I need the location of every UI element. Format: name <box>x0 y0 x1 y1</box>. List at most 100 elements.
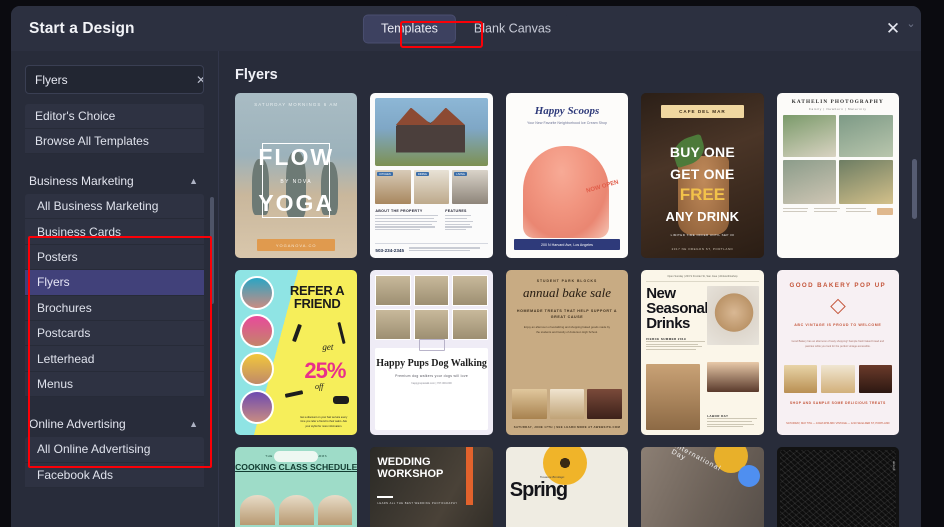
modal-header: Start a Design Templates Blank Canvas ✕ … <box>11 6 921 51</box>
sidebar-group-online-advertising: Online Advertising ▲ All Online Advertis… <box>11 411 218 488</box>
template-card-happy-pups[interactable]: Happy Pups Dog Walking Premium dog walke… <box>370 270 493 435</box>
gallery-scrollbar-thumb[interactable] <box>912 159 917 219</box>
template-text: GET ONE <box>670 165 735 182</box>
template-text: Happy Pups Dog Walking <box>376 357 487 369</box>
sidebar-item-all-business-marketing[interactable]: All Business Marketing <box>25 194 204 220</box>
template-text: FLOW <box>258 144 335 171</box>
template-text: annual bake sale <box>522 285 612 300</box>
template-text: REFER A FRIEND <box>289 283 345 312</box>
template-text: LIMITED TIME OFFER UNTIL SEP 30 <box>670 233 735 238</box>
tab-templates[interactable]: Templates <box>362 14 456 43</box>
template-text: YOGANOVA.CO <box>257 239 336 251</box>
template-card-dark-texture[interactable]: abcdefgh <box>776 447 899 527</box>
template-card-cooking-class-schedule[interactable]: THE KITCHEN AT BALSAM FARMS COOKING CLAS… <box>235 447 358 527</box>
sidebar-item-editors-choice[interactable]: Editor's Choice <box>25 104 204 129</box>
sidebar-item-posters[interactable]: Posters <box>25 244 204 271</box>
template-text: LEARN ALL THE BEST WEDDING PHOTOGRAPHY <box>377 502 458 505</box>
template-card-new-seasonal-drinks[interactable]: Open Sunday | 203 S Frontier St, San Jos… <box>641 270 764 435</box>
sidebar-item-business-cards[interactable]: Business Cards <box>25 219 204 245</box>
template-text: SATURDAY MORNINGS 6 AM <box>254 102 339 107</box>
template-text: YOGA <box>258 190 335 217</box>
template-text: ABOUT THE PROPERTY <box>375 209 423 214</box>
template-text: Premium dog walkers your dogs will love <box>395 374 469 378</box>
template-text: SATURDAY, MAY 5TH — 10AM-3PM ABC VINTAGE… <box>786 422 890 426</box>
template-text: Happy Scoops <box>534 105 600 117</box>
template-text: ABC VINTAGE IS PROUD TO WELCOME <box>794 323 882 327</box>
sidebar-scrollbar-thumb[interactable] <box>210 197 214 304</box>
clear-search-icon[interactable]: ✕ <box>196 66 203 93</box>
template-text: BUY ONE <box>669 144 735 161</box>
page-title: Start a Design <box>29 19 135 37</box>
sidebar-group-business-marketing: Business Marketing ▲ All Business Market… <box>11 168 218 398</box>
sidebar-item-brochures[interactable]: Brochures <box>25 295 204 321</box>
chevron-down-icon[interactable]: ⌄ <box>903 15 919 31</box>
sidebar-item-flyers[interactable]: Flyers <box>25 270 204 296</box>
gallery-heading: Flyers <box>235 67 278 83</box>
template-text: COOKING CLASS SCHEDULE <box>235 462 358 472</box>
template-card-happy-scoops[interactable]: Happy Scoops Your New Favorite Neighborh… <box>505 93 629 258</box>
close-icon[interactable]: ✕ <box>881 17 905 41</box>
template-text: New Seasonal Drinks <box>646 285 709 332</box>
sidebar-item-postcards[interactable]: Postcards <box>25 320 204 347</box>
template-text: SATURDAY, JUNE 17TH | SEE LEARN MORE AT … <box>513 425 621 429</box>
chevron-up-icon[interactable]: ▲ <box>189 419 198 429</box>
template-text: KATHELIN PHOTOGRAPHY <box>791 99 884 105</box>
template-text: get <box>322 342 334 352</box>
template-text: ANY DRINK <box>665 208 740 224</box>
sidebar-item-browse-all-templates[interactable]: Browse All Templates <box>25 129 204 154</box>
template-card-spring[interactable]: Treasure Bontiago Spring <box>505 447 629 527</box>
template-text: BY NOVA <box>280 178 312 185</box>
sidebar-item-all-online-advertising[interactable]: All Online Advertising <box>25 437 204 463</box>
sidebar-item-letterhead[interactable]: Letterhead <box>25 346 204 372</box>
screen: Start a Design Templates Blank Canvas ✕ … <box>0 0 944 527</box>
template-text: FEATURES <box>445 209 467 214</box>
template-text: GOOD BAKERY POP UP <box>789 282 887 289</box>
tab-bar: Templates Blank Canvas <box>362 14 570 43</box>
template-text: happypupswalk.com | 707-000-000 <box>411 382 452 385</box>
template-text: STUDENT PARK BLOCKS <box>536 279 598 283</box>
template-text: 503-234-2345 <box>375 247 404 253</box>
template-text: CAFE DEL MAR <box>660 105 745 118</box>
sidebar-sublist-online-advertising: All Online Advertising Facebook Ads <box>25 437 204 488</box>
sidebar-nav: Editor's Choice Browse All Templates Bus… <box>11 102 218 526</box>
template-card-good-bakery-pop-up[interactable]: GOOD BAKERY POP UP ABC VINTAGE IS PROUD … <box>776 270 899 435</box>
template-card-real-estate[interactable]: KITCHEN DINING LIVING ABOUT THE PROPERTY <box>370 93 493 258</box>
template-text: 200 N Harvard Ave, Los Angeles <box>513 239 621 250</box>
sidebar-item-menus[interactable]: Menus <box>25 371 204 398</box>
template-text: WEDDING WORKSHOP <box>377 456 444 480</box>
template-text: 2317 NE OREGON ST, PORTLAND <box>671 247 734 251</box>
template-text: FREE <box>679 185 726 205</box>
template-card-refer-a-friend[interactable]: REFER A FRIEND get 25% off Get a discoun… <box>235 270 358 435</box>
start-a-design-modal: Start a Design Templates Blank Canvas ✕ … <box>11 6 921 527</box>
chevron-up-icon[interactable]: ▲ <box>189 176 198 186</box>
quick-links: Editor's Choice Browse All Templates <box>11 102 218 154</box>
search-area: ✕ <box>11 51 218 102</box>
search-input[interactable] <box>26 72 196 87</box>
sidebar-group-label: Online Advertising <box>29 417 126 432</box>
template-text: HOMEMADE TREATS THAT HELP SUPPORT A GREA… <box>516 308 618 319</box>
template-text: Family | Newborn | Maternity <box>808 107 867 111</box>
template-text: Spring <box>509 479 568 501</box>
template-text: Your New Favorite Neighborhood Ice Cream… <box>527 121 607 125</box>
template-card-international-day[interactable]: International Day <box>641 447 764 527</box>
sidebar-sublist-business-marketing: All Business Marketing Business Cards Po… <box>25 194 204 398</box>
template-text: Open Sunday | 203 S Frontier St, San Jos… <box>646 275 759 282</box>
sidebar: ✕ Editor's Choice Browse All Templates <box>11 51 219 527</box>
modal-body: ✕ Editor's Choice Browse All Templates <box>11 51 921 527</box>
search-box: ✕ <box>25 65 204 94</box>
sidebar-item-facebook-ads[interactable]: Facebook Ads <box>25 462 204 488</box>
tab-blank-canvas[interactable]: Blank Canvas <box>456 14 569 43</box>
sidebar-group-label: Business Marketing <box>29 174 134 188</box>
template-gallery: Flyers SATURDAY MORNINGS 6 AM FLOW BY NO… <box>219 51 921 527</box>
template-grid: SATURDAY MORNINGS 6 AM FLOW BY NOVA YOGA… <box>219 93 921 527</box>
sidebar-group-header-business-marketing[interactable]: Business Marketing ▲ <box>25 168 204 194</box>
template-text: SHOP AND SAMPLE SOME DELICIOUS TREATS <box>789 401 886 405</box>
template-card-kathelin-photography[interactable]: KATHELIN PHOTOGRAPHY Family | Newborn | … <box>776 93 899 258</box>
template-card-annual-bake-sale[interactable]: STUDENT PARK BLOCKS annual bake sale HOM… <box>505 270 629 435</box>
template-card-flow-yoga[interactable]: SATURDAY MORNINGS 6 AM FLOW BY NOVA YOGA… <box>235 93 358 258</box>
template-card-wedding-workshop[interactable]: WEDDING WORKSHOP LEARN ALL THE BEST WEDD… <box>370 447 493 527</box>
template-text: 25% <box>304 358 346 383</box>
template-card-cafe-del-mar[interactable]: CAFE DEL MAR BUY ONE GET ONE FREE ANY DR… <box>641 93 764 258</box>
sidebar-group-header-online-advertising[interactable]: Online Advertising ▲ <box>25 411 204 437</box>
template-text: off <box>314 382 324 391</box>
